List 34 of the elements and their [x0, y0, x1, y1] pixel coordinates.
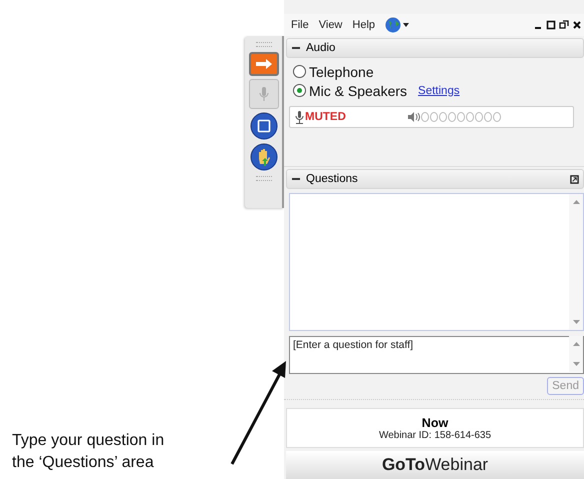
- microphone-icon: [295, 110, 304, 124]
- scroll-up-icon[interactable]: [572, 200, 580, 204]
- section-title: Audio: [306, 42, 336, 54]
- radio-label: Mic & Speakers: [309, 82, 408, 98]
- globe-menu-icon[interactable]: [385, 17, 410, 33]
- menu-item[interactable]: Help: [352, 19, 376, 31]
- section-header[interactable]: Audio: [286, 38, 584, 58]
- scrollbar[interactable]: [569, 336, 583, 372]
- grip-icon: [256, 42, 272, 47]
- menu-item[interactable]: File: [291, 19, 309, 31]
- screen-icon[interactable]: [250, 112, 278, 140]
- grip-icon: [256, 176, 272, 181]
- logo-text: GoToWebinar: [286, 451, 584, 479]
- close-icon[interactable]: [572, 20, 582, 30]
- scroll-down-icon[interactable]: [572, 362, 580, 366]
- radio-button[interactable]: [293, 84, 306, 97]
- radio-label: Telephone: [309, 64, 374, 80]
- radio-button[interactable]: [293, 65, 306, 78]
- webinar-id: Webinar ID: 158-614-635: [378, 430, 492, 440]
- section-title: Questions: [306, 173, 358, 185]
- restore-icon[interactable]: [559, 20, 569, 30]
- maximize-icon[interactable]: [546, 20, 556, 30]
- scroll-down-icon[interactable]: [572, 320, 580, 324]
- question-input[interactable]: [Enter a question for staff]: [289, 336, 584, 374]
- scroll-up-icon[interactable]: [572, 342, 580, 346]
- mute-status: MUTED: [305, 111, 346, 123]
- pop-out-icon[interactable]: [570, 174, 579, 184]
- settings-link[interactable]: Settings: [418, 84, 460, 96]
- scrollbar[interactable]: [569, 194, 583, 330]
- menu-item[interactable]: View: [318, 19, 342, 31]
- section-header[interactable]: Questions: [286, 169, 584, 189]
- raised-hand-icon[interactable]: [250, 143, 278, 171]
- session-time: Now: [422, 416, 448, 430]
- annotation-text: Type your question in the ‘Questions’ area: [12, 431, 166, 473]
